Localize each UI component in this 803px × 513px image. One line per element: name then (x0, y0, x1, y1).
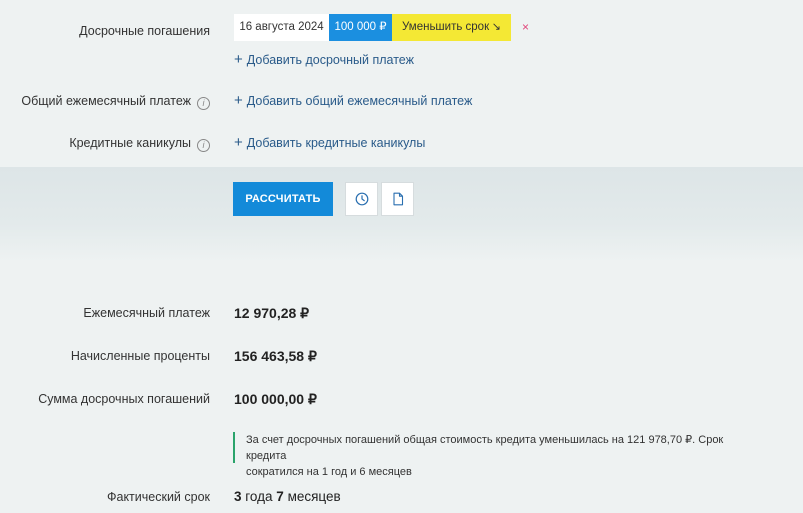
plus-icon: + (234, 92, 243, 109)
add-credit-holidays-link[interactable]: + Добавить кредитные каникулы (234, 135, 425, 151)
savings-note-line1: За счет досрочных погашений общая стоимо… (246, 434, 724, 462)
early-total-label: Сумма досрочных погашений (38, 392, 210, 406)
accrued-interest-value: 156 463,58 ₽ (234, 348, 317, 364)
term-years: 3 (234, 489, 242, 504)
credit-holidays-label: Кредитные каникулы i (69, 135, 210, 152)
monthly-payment-value: 12 970,28 ₽ (234, 305, 310, 321)
calculate-button[interactable]: РАССЧИТАТЬ (233, 182, 333, 216)
accrued-interest-label: Начисленные проценты (70, 349, 210, 363)
repayment-date-chip[interactable]: 16 августа 2024 (234, 14, 329, 41)
info-icon[interactable]: i (197, 139, 210, 152)
term-months: 7 (276, 489, 284, 504)
remove-repayment-icon[interactable]: × (522, 20, 529, 34)
add-early-repayment-link[interactable]: + Добавить досрочный платеж (234, 52, 414, 68)
clock-icon (355, 192, 369, 206)
common-monthly-label: Общий ежемесячный платеж i (21, 93, 210, 110)
add-credit-holidays-label: Добавить кредитные каникулы (246, 136, 426, 150)
add-common-monthly-label: Добавить общий ежемесячный платеж (246, 94, 473, 108)
savings-note: За счет досрочных погашений общая стоимо… (233, 432, 763, 478)
early-total-value: 100 000,00 ₽ (234, 391, 317, 407)
add-early-repayment-label: Добавить досрочный платеж (246, 53, 414, 67)
repayment-amount-chip[interactable]: 100 000 ₽ (329, 14, 392, 41)
savings-note-line2: сократился на 1 год и 6 месяцев (246, 466, 412, 478)
info-icon[interactable]: i (197, 97, 210, 110)
document-icon (393, 192, 404, 206)
repayment-mode-dropdown[interactable]: Уменьшить срок ↘ (392, 14, 511, 41)
term-years-word: года (245, 489, 273, 504)
repayment-mode-value: Уменьшить срок (402, 21, 490, 33)
history-button[interactable] (345, 182, 378, 216)
monthly-payment-label: Ежемесячный платеж (83, 306, 210, 320)
actual-term-value: 3 года 7 месяцев (234, 489, 341, 505)
plus-icon: + (234, 51, 243, 68)
actual-term-label: Фактический срок (106, 490, 210, 504)
early-repayment-label: Досрочные погашения (79, 24, 210, 38)
add-common-monthly-link[interactable]: + Добавить общий ежемесячный платеж (234, 93, 472, 109)
arrow-down-right-icon: ↘ (491, 21, 501, 33)
term-months-word: месяцев (287, 489, 341, 504)
plus-icon: + (234, 134, 243, 151)
document-button[interactable] (381, 182, 414, 216)
